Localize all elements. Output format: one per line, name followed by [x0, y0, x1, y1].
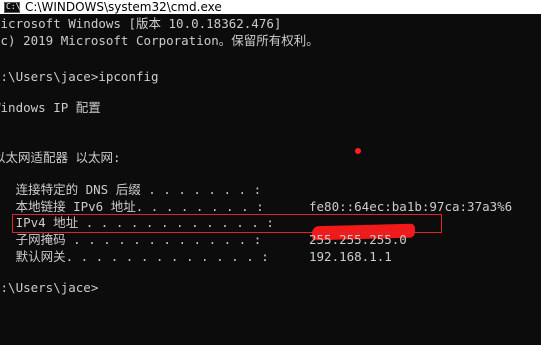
- cmd-icon: C:\: [4, 1, 21, 13]
- cmd-icon-text: C:\: [6, 1, 21, 11]
- adapter-header: 以太网适配器 以太网:: [0, 150, 121, 165]
- subnet-mask-label: 子网掩码 . . . . . . . . . . . . :: [0, 232, 262, 247]
- title-bar[interactable]: C:\ C:\WINDOWS\system32\cmd.exe: [0, 0, 541, 14]
- ipv4-highlight-box: [12, 214, 442, 233]
- console-output[interactable]: Microsoft Windows [版本 10.0.18362.476] (c…: [0, 14, 541, 345]
- subnet-mask-value: 255.255.255.0: [309, 232, 407, 247]
- cmd-window: C:\ C:\WINDOWS\system32\cmd.exe Microsof…: [0, 0, 541, 345]
- ipv6-label: 本地链接 IPv6 地址. . . . . . . . :: [0, 199, 264, 214]
- command-prompt-line: C:\Users\jace>ipconfig: [0, 69, 159, 84]
- annotation-dot: [355, 148, 361, 154]
- current-prompt-line: C:\Users\jace>: [0, 280, 99, 295]
- ipv6-value: fe80::64ec:ba1b:97ca:37a3%6: [309, 199, 513, 214]
- version-line: Microsoft Windows [版本 10.0.18362.476]: [0, 16, 282, 31]
- dns-suffix-label: 连接特定的 DNS 后缀 . . . . . . . :: [0, 182, 262, 197]
- ip-config-header: Windows IP 配置: [0, 100, 101, 115]
- default-gateway-label: 默认网关. . . . . . . . . . . . . :: [0, 249, 269, 264]
- copyright-line: (c) 2019 Microsoft Corporation。保留所有权利。: [0, 33, 319, 48]
- window-title: C:\WINDOWS\system32\cmd.exe: [25, 0, 222, 14]
- default-gateway-value: 192.168.1.1: [309, 249, 392, 264]
